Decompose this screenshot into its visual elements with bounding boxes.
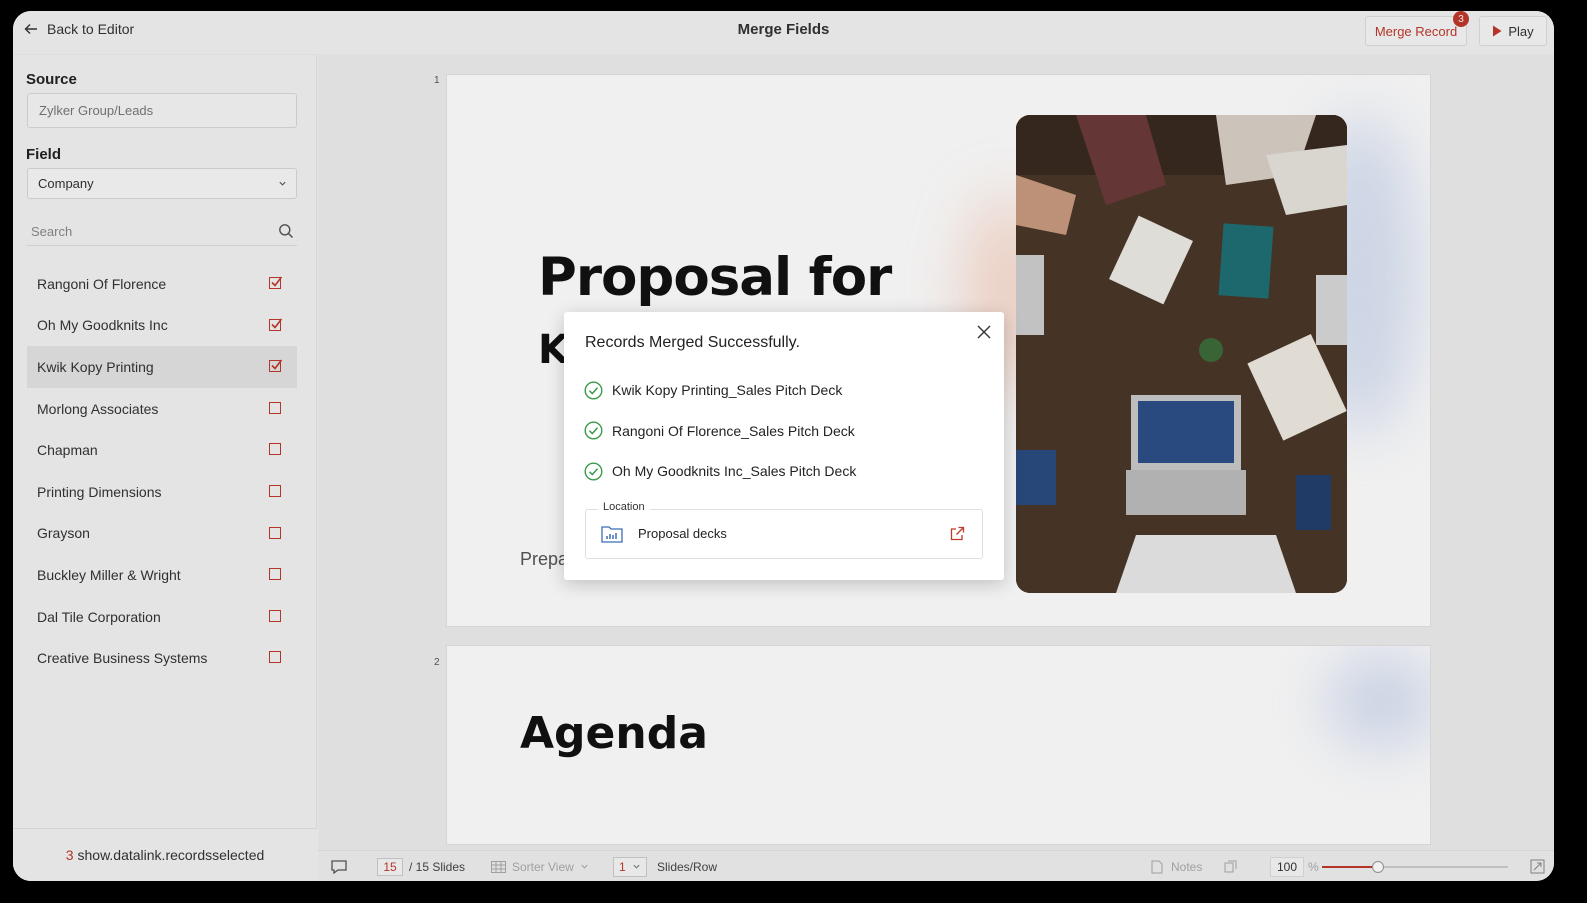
check-circle-icon (584, 421, 603, 440)
records-merged-dialog: Records Merged Successfully. Kwik Kopy P… (564, 312, 1004, 580)
folder-icon (601, 526, 623, 543)
location-name: Proposal decks (638, 526, 727, 541)
location-box: Location Proposal decks (585, 501, 983, 559)
merged-record-name: Rangoni Of Florence_Sales Pitch Deck (612, 422, 855, 439)
merged-record-item: Oh My Goodknits Inc_Sales Pitch Deck (584, 451, 856, 492)
check-circle-icon (584, 381, 603, 400)
check-circle-icon (584, 462, 603, 481)
merged-record-item: Kwik Kopy Printing_Sales Pitch Deck (584, 370, 856, 411)
close-icon[interactable] (976, 324, 992, 340)
merged-records-list: Kwik Kopy Printing_Sales Pitch Deck Rango… (584, 370, 856, 492)
location-label: Location (598, 501, 650, 513)
merged-record-name: Kwik Kopy Printing_Sales Pitch Deck (612, 382, 843, 399)
dialog-title: Records Merged Successfully. (585, 334, 800, 351)
merged-record-name: Oh My Goodknits Inc_Sales Pitch Deck (612, 463, 857, 480)
open-external-icon[interactable] (950, 526, 965, 541)
merged-record-item: Rangoni Of Florence_Sales Pitch Deck (584, 411, 856, 452)
app-window: Back to Editor Merge Fields Merge Record… (13, 11, 1554, 881)
